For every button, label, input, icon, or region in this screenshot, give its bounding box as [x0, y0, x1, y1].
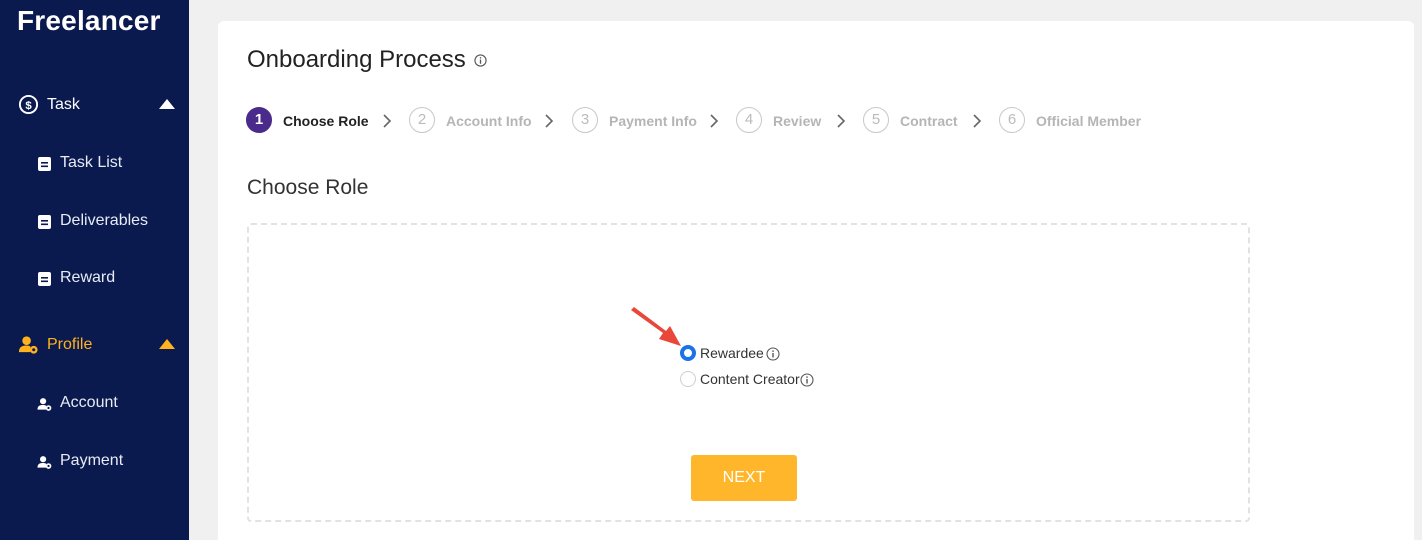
section-title: Choose Role	[247, 176, 369, 199]
user-gear-icon	[37, 456, 52, 469]
step-number: 1	[246, 107, 272, 133]
info-icon[interactable]	[474, 54, 487, 67]
document-icon	[38, 157, 51, 171]
step-label: Payment Info	[609, 113, 697, 129]
step-label: Account Info	[446, 113, 532, 129]
sidebar-item-deliverables[interactable]: Deliverables	[0, 206, 189, 236]
sidebar-group-label: Profile	[47, 336, 93, 353]
step-number: 2	[409, 107, 435, 133]
sidebar-item-task-list[interactable]: Task List	[0, 148, 189, 178]
chevron-right-icon	[973, 114, 982, 128]
chevron-right-icon	[837, 114, 846, 128]
sidebar-item-label: Reward	[60, 269, 116, 286]
brand-logo: Freelancer	[17, 5, 161, 36]
user-gear-icon	[37, 398, 52, 411]
document-icon	[38, 215, 51, 229]
sidebar-group-label: Task	[47, 96, 80, 113]
svg-text:$: $	[25, 100, 32, 112]
sidebar: Freelancer $ Task Task List Deliverables	[0, 0, 189, 540]
sidebar-item-payment[interactable]: Payment	[0, 446, 189, 476]
step-number: 6	[999, 107, 1025, 133]
role-label: Content Creator	[700, 371, 800, 387]
sidebar-item-label: Deliverables	[60, 212, 149, 229]
role-label: Rewardee	[700, 345, 764, 361]
sidebar-item-label: Payment	[60, 452, 124, 469]
step-label: Official Member	[1036, 113, 1142, 129]
step-label: Review	[773, 113, 822, 129]
onboarding-steps: 1 Choose Role 2 Account Info 3 Payment I…	[246, 107, 1246, 135]
chevron-right-icon	[383, 114, 392, 128]
user-gear-icon	[18, 336, 38, 354]
document-icon	[38, 272, 51, 286]
info-icon[interactable]	[800, 373, 814, 387]
chevron-right-icon	[545, 114, 554, 128]
sidebar-group-task[interactable]: $ Task	[0, 90, 189, 120]
step-number: 4	[736, 107, 762, 133]
radio-button[interactable]	[680, 371, 696, 387]
sidebar-item-label: Account	[60, 394, 118, 411]
sidebar-item-reward[interactable]: Reward	[0, 263, 189, 293]
main-card: Onboarding Process 1 Choose Role 2 Accou…	[218, 21, 1414, 540]
step-number: 3	[572, 107, 598, 133]
step-label: Choose Role	[283, 113, 369, 129]
caret-up-icon	[159, 339, 175, 349]
annotation-arrow-icon	[631, 307, 681, 346]
sidebar-item-label: Task List	[60, 154, 123, 171]
step-number: 5	[863, 107, 889, 133]
role-option-rewardee[interactable]: Rewardee	[680, 343, 790, 363]
info-icon[interactable]	[766, 347, 780, 361]
next-button[interactable]: NEXT	[691, 455, 797, 501]
chevron-right-icon	[710, 114, 719, 128]
caret-up-icon	[159, 99, 175, 109]
page-title: Onboarding Process	[247, 46, 466, 73]
dollar-circle-icon: $	[18, 94, 39, 115]
role-option-content-creator[interactable]: Content Creator	[680, 369, 820, 389]
sidebar-item-account[interactable]: Account	[0, 388, 189, 418]
step-label: Contract	[900, 113, 958, 129]
sidebar-group-profile[interactable]: Profile	[0, 330, 189, 360]
